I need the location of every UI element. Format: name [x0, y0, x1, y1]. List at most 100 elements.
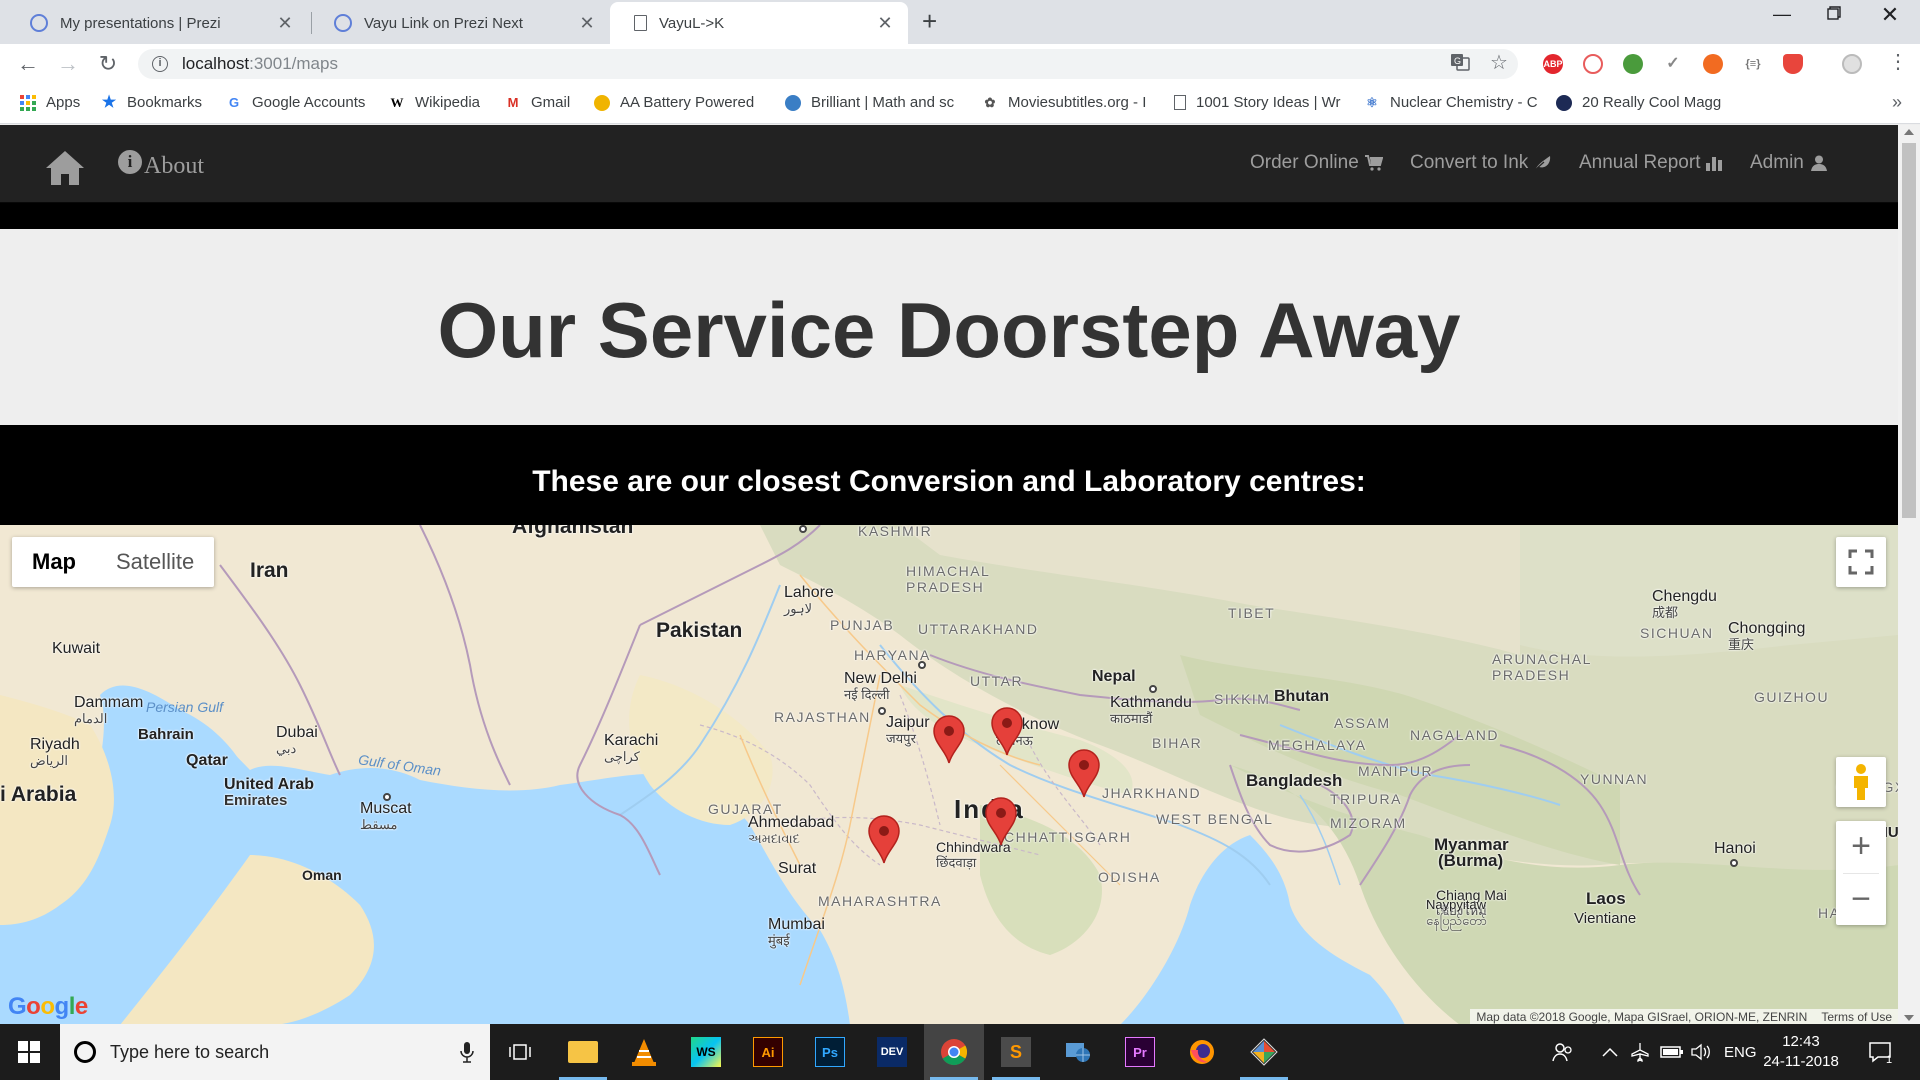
window-close-icon[interactable]: ✕ [1870, 2, 1910, 28]
adblock-plus-icon[interactable]: ABP [1543, 54, 1563, 74]
tab-vayul-k[interactable]: VayuL->K ✕ [610, 2, 908, 44]
terms-of-use-link[interactable]: Terms of Use [1821, 1010, 1892, 1024]
tray-overflow-chevron-icon[interactable] [1602, 1024, 1618, 1080]
microphone-icon[interactable] [460, 1041, 474, 1063]
profile-avatar-icon[interactable] [1842, 54, 1862, 74]
input-language[interactable]: ENG [1724, 1024, 1757, 1080]
street-view-pegman-button[interactable] [1836, 757, 1886, 807]
nav-label: Admin [1750, 152, 1804, 173]
reload-icon[interactable]: ↻ [94, 51, 122, 77]
photoshop-app[interactable]: Ps [800, 1024, 860, 1080]
bookmark-cool-maggi[interactable]: 20 Really Cool Magg [1556, 94, 1721, 111]
premiere-app[interactable]: Pr [1110, 1024, 1170, 1080]
windows-start-button[interactable] [0, 1024, 58, 1080]
git-app[interactable] [1234, 1024, 1294, 1080]
bookmark-favicon: ✿ [984, 94, 996, 110]
people-icon[interactable] [1552, 1024, 1574, 1080]
zoom-in-icon[interactable]: + [1836, 821, 1886, 873]
json-extension-icon[interactable]: {≡} [1743, 54, 1763, 74]
maximize-icon[interactable] [1814, 4, 1854, 25]
zoom-out-icon[interactable]: − [1836, 873, 1886, 925]
check-extension-icon[interactable]: ✓ [1663, 54, 1683, 74]
bookmark-gmail[interactable]: M Gmail [505, 94, 571, 111]
google-g-icon: G [228, 94, 240, 110]
scroll-down-arrow-icon[interactable] [1904, 1015, 1914, 1021]
bookmark-label: AA Battery Powered [620, 94, 755, 111]
bookmark-label: Google Accounts [252, 94, 366, 111]
map-type-satellite-button[interactable]: Satellite [96, 537, 214, 587]
address-bar[interactable]: i localhost:3001/maps [138, 49, 1518, 79]
svg-text:G: G [1454, 56, 1461, 66]
tab-prezi-presentations[interactable]: My presentations | Prezi ✕ [8, 2, 308, 44]
nav-order-online[interactable]: Order Online [1250, 152, 1384, 174]
bookmark-nuclear-chemistry[interactable]: ⚛ Nuclear Chemistry - C [1364, 94, 1537, 111]
map-label: Ahmedabad અમદાવાદ [748, 814, 835, 847]
page-scrollbar[interactable] [1898, 125, 1920, 1025]
action-center-icon[interactable]: 1 [1868, 1024, 1900, 1080]
blocked-extension-icon[interactable] [1583, 54, 1603, 74]
forward-arrow-icon[interactable]: → [54, 51, 82, 77]
illustrator-app[interactable]: Ai [738, 1024, 798, 1080]
location-marker[interactable] [867, 815, 901, 865]
bookmark-moviesubtitles[interactable]: ✿ Moviesubtitles.org - I [982, 94, 1147, 111]
nav-convert-to-ink[interactable]: Convert to Ink [1410, 152, 1552, 174]
location-marker[interactable] [932, 715, 966, 765]
airplane-mode-icon[interactable] [1630, 1024, 1650, 1080]
location-marker[interactable] [984, 797, 1018, 847]
sublime-text-app[interactable]: S [986, 1024, 1046, 1080]
shield-extension-icon[interactable] [1783, 54, 1803, 74]
nav-admin[interactable]: Admin [1750, 152, 1828, 174]
webstorm-app[interactable]: WS [676, 1024, 736, 1080]
pegman-icon [1854, 764, 1868, 800]
battery-icon[interactable] [1660, 1024, 1684, 1080]
bookmark-wikipedia[interactable]: W Wikipedia [389, 94, 481, 111]
nav-label: Annual Report [1579, 152, 1701, 173]
dev-app[interactable]: DEV [862, 1024, 922, 1080]
nav-annual-report[interactable]: Annual Report [1579, 152, 1724, 174]
location-marker[interactable] [1067, 749, 1101, 799]
translate-icon[interactable]: G [1450, 52, 1470, 77]
bookmark-story-ideas[interactable]: 1001 Story Ideas | Wr [1174, 94, 1341, 111]
map-label: Mumbai मुंबई [768, 916, 825, 949]
volume-icon[interactable] [1690, 1024, 1712, 1080]
minimize-icon[interactable]: — [1762, 4, 1802, 25]
city-marker [383, 793, 391, 801]
network-app[interactable] [1048, 1024, 1108, 1080]
location-marker[interactable] [990, 707, 1024, 757]
task-view-button[interactable] [490, 1024, 550, 1080]
taskbar-clock[interactable]: 12:43 24-11-2018 [1756, 1032, 1846, 1072]
bookmark-google-accounts[interactable]: G Google Accounts [226, 94, 365, 111]
taskbar-search-box[interactable]: Type here to search [60, 1024, 490, 1080]
bookmark-brilliant[interactable]: Brilliant | Math and sc [785, 94, 954, 111]
close-icon[interactable]: ✕ [876, 13, 894, 34]
close-icon[interactable]: ✕ [578, 13, 596, 34]
close-icon[interactable]: ✕ [276, 13, 294, 34]
map-label: BIHAR [1152, 735, 1203, 751]
more-menu-icon[interactable]: ⋮ [1888, 49, 1908, 74]
home-icon[interactable] [44, 149, 86, 192]
bookmarks-overflow-icon[interactable]: » [1892, 92, 1902, 113]
google-map[interactable]: Afghanistan KASHMIR Iran Lahore لاہور HIM… [0, 525, 1898, 1025]
new-tab-button[interactable]: + [922, 6, 937, 37]
orange-extension-icon[interactable] [1703, 54, 1723, 74]
bookmark-star-icon[interactable]: ☆ [1490, 50, 1508, 75]
bookmark-bookmarks[interactable]: ★ Bookmarks [101, 94, 202, 111]
browser-toolbar: ← → ↻ i localhost:3001/maps G ☆ ABP ✓ {≡… [0, 44, 1920, 84]
file-explorer-app[interactable] [553, 1024, 613, 1080]
city-marker [918, 661, 926, 669]
scrollbar-thumb[interactable] [1902, 143, 1916, 518]
nav-about-link[interactable]: i About [118, 149, 204, 180]
bookmark-aa-battery[interactable]: AA Battery Powered [594, 94, 754, 111]
tab-vayu-link-prezi[interactable]: Vayu Link on Prezi Next ✕ [312, 2, 610, 44]
vlc-app[interactable] [614, 1024, 674, 1080]
firefox-app[interactable] [1172, 1024, 1232, 1080]
map-type-map-button[interactable]: Map [12, 537, 96, 587]
globe-extension-icon[interactable] [1623, 54, 1643, 74]
back-arrow-icon[interactable]: ← [14, 51, 42, 77]
chrome-app[interactable] [924, 1024, 984, 1080]
info-icon[interactable]: i [152, 56, 168, 72]
scroll-up-arrow-icon[interactable] [1904, 129, 1914, 135]
map-label: Vientiane [1574, 910, 1637, 927]
bookmark-apps[interactable]: Apps [20, 94, 80, 111]
fullscreen-button[interactable] [1836, 537, 1886, 587]
